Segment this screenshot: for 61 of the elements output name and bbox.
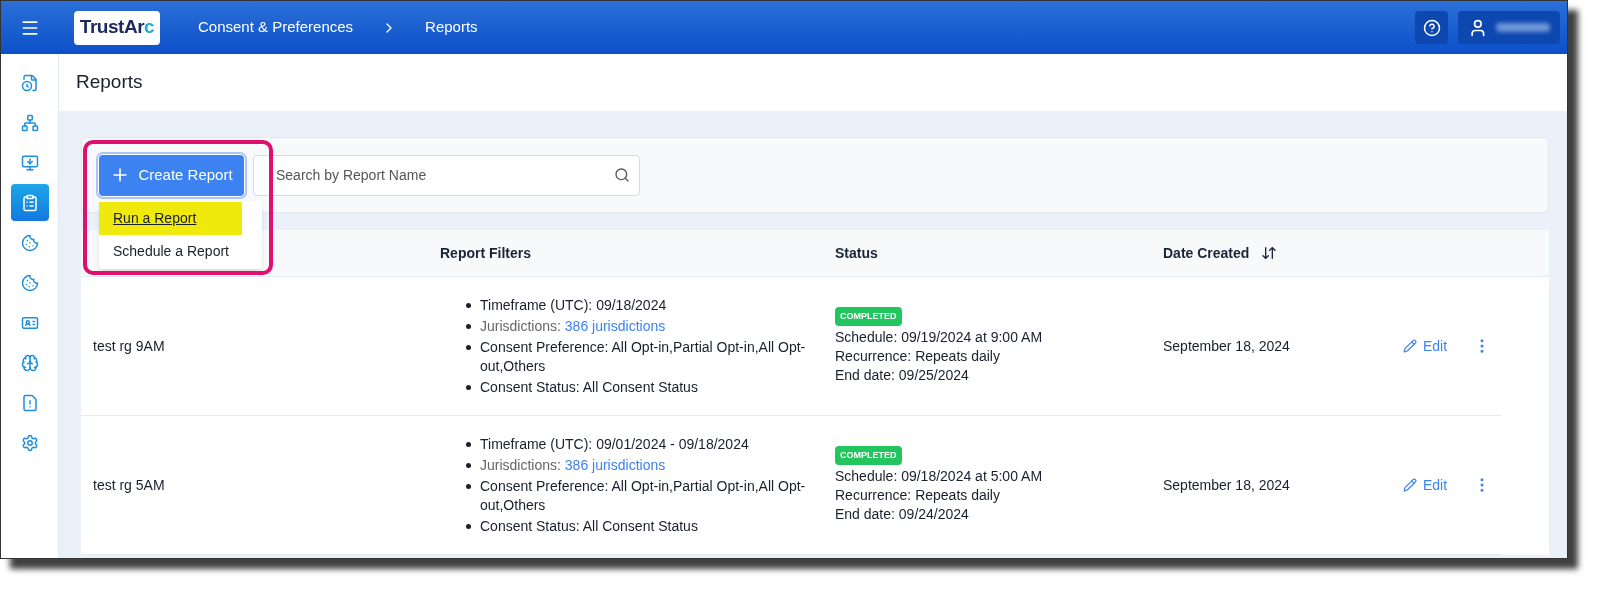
bullet-icon <box>466 344 471 350</box>
column-header: Status <box>835 243 878 263</box>
status-badge: COMPLETED <box>835 446 902 465</box>
status-detail: Schedule: 09/19/2024 at 9:00 AM <box>835 328 1043 347</box>
help-icon <box>1422 18 1441 37</box>
date-created: September 18, 2024 <box>1163 337 1290 354</box>
filter-item: Consent Status: All Consent Status <box>480 377 698 397</box>
status-detail: End date: 09/25/2024 <box>835 366 969 385</box>
sort-icon[interactable] <box>1261 245 1278 261</box>
cookie-icon <box>20 273 39 292</box>
filter-item: Jurisdictions: 386 jurisdictions <box>480 316 666 336</box>
sidebar-item[interactable] <box>10 184 49 221</box>
create-report-button[interactable]: Create Report <box>99 154 244 196</box>
bullet-icon <box>466 523 471 529</box>
logo[interactable]: TrustArc <box>74 10 160 45</box>
user-button[interactable] <box>1458 11 1560 44</box>
menu-item[interactable]: Run a Report <box>99 202 242 235</box>
filter-item: Consent Preference: All Opt-in,Partial Opt-in,All Opt-out,Others <box>480 476 807 515</box>
report-name: test rg 9AM <box>93 337 165 354</box>
cookie-icon <box>20 233 39 252</box>
filter-item: Timeframe (UTC): 09/01/2024 - 09/18/2024 <box>480 434 749 454</box>
clipboard-icon <box>20 193 39 212</box>
filter-item: Timeframe (UTC): 09/18/2024 <box>480 295 667 315</box>
bullet-icon <box>466 302 471 308</box>
bullet-icon <box>466 384 471 390</box>
status-detail: End date: 09/24/2024 <box>835 505 969 524</box>
filter-item: Jurisdictions: 386 jurisdictions <box>480 455 666 475</box>
edit-button[interactable]: Edit <box>1403 335 1448 357</box>
hierarchy-icon <box>20 113 39 132</box>
monitor-icon <box>20 153 39 172</box>
redacted-name <box>1495 23 1550 32</box>
pencil-icon <box>1403 339 1417 353</box>
document-clock-icon <box>20 73 39 92</box>
report-name: test rg 5AM <box>93 476 165 493</box>
bullet-icon <box>466 441 471 447</box>
pencil-icon <box>1403 478 1417 492</box>
menu-item[interactable]: Schedule a Report <box>99 235 262 268</box>
brain-icon <box>20 353 39 372</box>
column-header: Report Filters <box>440 243 531 263</box>
bullet-icon <box>466 483 471 489</box>
filter-item: Consent Status: All Consent Status <box>480 516 698 536</box>
document-alert-icon <box>20 393 39 412</box>
page-title: Reports <box>76 70 143 95</box>
search-field[interactable]: Search by Report Name <box>253 154 640 196</box>
jurisdictions-link[interactable]: 386 jurisdictions <box>564 456 666 473</box>
column-header[interactable]: Date Created <box>1163 242 1278 264</box>
status-detail: Schedule: 09/18/2024 at 5:00 AM <box>835 467 1043 486</box>
edit-button[interactable]: Edit <box>1403 474 1448 496</box>
status-badge: COMPLETED <box>835 307 902 326</box>
status-detail: Recurrence: Repeats daily <box>835 486 1000 505</box>
filter-item: Consent Preference: All Opt-in,Partial Opt-in,All Opt-out,Others <box>480 337 807 376</box>
search-icon[interactable] <box>614 166 630 183</box>
status-detail: Recurrence: Repeats daily <box>835 347 1000 366</box>
bullet-icon <box>466 323 471 329</box>
jurisdictions-link[interactable]: 386 jurisdictions <box>564 317 666 334</box>
date-created: September 18, 2024 <box>1163 476 1290 493</box>
help-button[interactable] <box>1415 11 1448 44</box>
breadcrumb[interactable]: Reports <box>425 16 478 39</box>
settings-icon <box>20 433 39 452</box>
bullet-icon <box>466 462 471 468</box>
breadcrumb[interactable]: Consent & Preferences <box>198 16 354 39</box>
